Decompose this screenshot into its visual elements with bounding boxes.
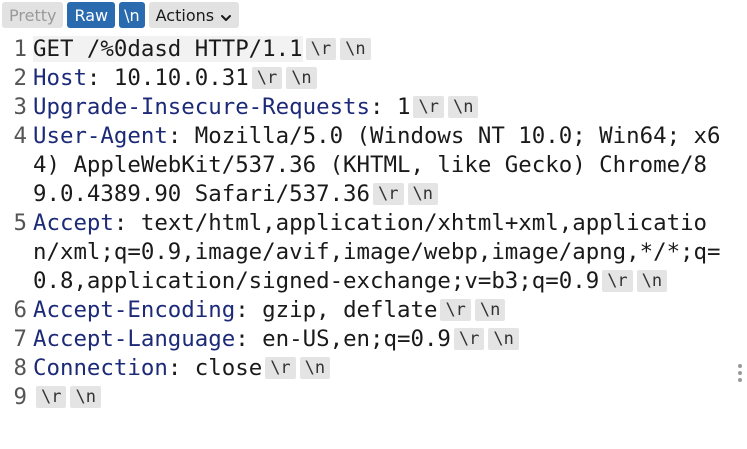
line-number: 8 xyxy=(13,355,27,381)
line-number: 2 xyxy=(13,65,27,91)
actions-label: Actions xyxy=(155,5,215,25)
line-number: 5 xyxy=(13,210,27,236)
request-line: 3 Upgrade-Insecure-Requests: 1 \r \n xyxy=(0,93,747,122)
header-name: Host xyxy=(33,65,87,91)
line-number: 9 xyxy=(13,384,27,410)
header-value: gzip, deflate xyxy=(248,297,438,323)
request-line: 7 Accept-Language: en-US,en;q=0.9 \r \n xyxy=(0,325,747,354)
header-name: Accept xyxy=(33,210,114,236)
raw-tab[interactable]: Raw xyxy=(67,2,116,28)
line-feed-marker: \n xyxy=(299,357,331,379)
line-number: 3 xyxy=(13,94,27,120)
resize-handle[interactable] xyxy=(738,364,742,382)
line-content[interactable]: \r \n xyxy=(33,383,733,412)
message-toolbar: Pretty Raw \n Actions xyxy=(2,2,240,28)
line-number: 7 xyxy=(13,326,27,352)
handle-dot-3 xyxy=(738,378,742,382)
line-content[interactable]: Upgrade-Insecure-Requests: 1 \r \n xyxy=(33,93,733,122)
line-content[interactable]: Connection: close \r \n xyxy=(33,354,733,383)
line-feed-marker: \n xyxy=(70,386,101,408)
header-value: en-US,en;q=0.9 xyxy=(248,326,451,352)
carriage-return-marker: \r xyxy=(602,270,633,292)
line-content[interactable]: GET /%0dasd HTTP/1.1 \r \n xyxy=(33,35,733,64)
line-feed-marker: \n xyxy=(488,328,519,350)
header-value: 10.10.0.31 xyxy=(100,65,249,91)
chevron-down-icon xyxy=(220,9,232,21)
actions-menu-button[interactable]: Actions xyxy=(148,2,240,28)
line-number: 6 xyxy=(13,297,27,323)
carriage-return-marker: \r xyxy=(440,299,471,321)
header-value: close xyxy=(181,355,263,381)
request-line-text: GET /%0dasd HTTP/1.1 xyxy=(33,36,303,62)
line-content[interactable]: Accept: text/html,application/xhtml+xml,… xyxy=(33,209,733,296)
carriage-return-marker: \r xyxy=(265,357,296,379)
line-feed-marker: \n xyxy=(447,96,479,118)
header-separator: : xyxy=(167,123,182,149)
line-feed-marker: \n xyxy=(474,299,506,321)
line-content[interactable]: Host: 10.10.0.31 \r \n xyxy=(33,64,733,93)
header-separator: : xyxy=(167,355,182,381)
request-line: 4 User-Agent: Mozilla/5.0 (Windows NT 10.… xyxy=(0,122,747,209)
carriage-return-marker: \r xyxy=(251,67,283,89)
header-separator: : xyxy=(113,210,128,236)
request-line: 5 Accept: text/html,application/xhtml+xml… xyxy=(0,209,747,296)
line-number: 1 xyxy=(13,36,27,62)
request-line: 6 Accept-Encoding: gzip, deflate \r \n xyxy=(0,296,747,325)
show-newlines-toggle[interactable]: \n xyxy=(119,2,145,28)
line-feed-marker: \n xyxy=(340,38,371,60)
request-line: 2 Host: 10.10.0.31 \r \n xyxy=(0,64,747,93)
request-line: 9 \r \n xyxy=(0,383,747,412)
carriage-return-marker: \r xyxy=(305,38,337,60)
handle-dot-2 xyxy=(738,371,742,375)
handle-dot-1 xyxy=(738,364,742,368)
header-name: User-Agent xyxy=(33,123,168,149)
carriage-return-marker: \r xyxy=(453,328,485,350)
line-content[interactable]: User-Agent: Mozilla/5.0 (Windows NT 10.0… xyxy=(33,122,733,209)
line-number: 4 xyxy=(13,123,27,149)
header-name: Accept-Encoding xyxy=(33,297,236,323)
line-feed-marker: \n xyxy=(407,183,438,205)
header-separator: : xyxy=(235,297,249,323)
line-content[interactable]: Accept-Encoding: gzip, deflate \r \n xyxy=(33,296,733,325)
carriage-return-marker: \r xyxy=(413,96,444,118)
header-separator: : xyxy=(235,326,249,352)
header-name: Upgrade-Insecure-Requests xyxy=(33,94,371,120)
header-separator: : xyxy=(86,65,101,91)
header-name: Accept-Language xyxy=(33,326,236,352)
line-content[interactable]: Accept-Language: en-US,en;q=0.9 \r \n xyxy=(33,325,733,354)
pretty-tab[interactable]: Pretty xyxy=(2,2,64,28)
line-feed-marker: \n xyxy=(636,270,668,292)
request-line: 8 Connection: close \r \n xyxy=(0,354,747,383)
carriage-return-marker: \r xyxy=(36,386,67,408)
request-line: 1 GET /%0dasd HTTP/1.1 \r \n xyxy=(0,35,747,64)
carriage-return-marker: \r xyxy=(373,183,404,205)
line-feed-marker: \n xyxy=(286,67,317,89)
header-separator: : xyxy=(370,94,384,120)
header-name: Connection xyxy=(33,355,168,381)
raw-request-editor[interactable]: 1 GET /%0dasd HTTP/1.1 \r \n 2 Host: 10.10.0.… xyxy=(0,35,747,412)
header-value: 1 xyxy=(383,94,411,120)
